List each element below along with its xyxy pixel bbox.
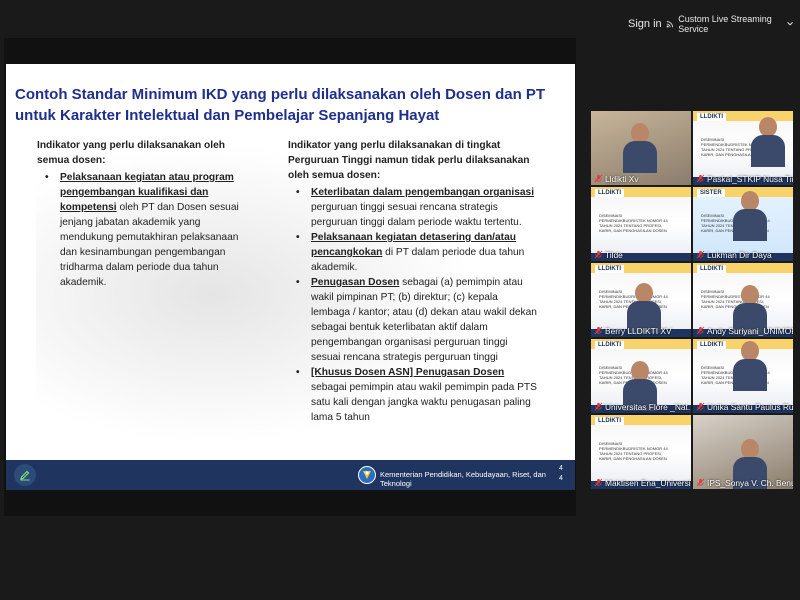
participant-tile[interactable]: LLDIKTIDISEMINASI PERMENDIKBUDRISTEK NOM…: [591, 263, 691, 337]
pen-icon: [20, 470, 30, 481]
participant-tile[interactable]: IPS_Sonya V. Ch. Benu: [693, 415, 793, 489]
left-list-item: Pelaksanaan kegiatan atau program pengem…: [37, 170, 252, 290]
lldikti-logo: LLDIKTI: [697, 341, 726, 349]
participant-name-label: Universitas Flore _Nat...: [591, 400, 691, 413]
tut-wuri-handayani-logo: [358, 466, 376, 484]
mic-muted-icon: [594, 174, 603, 183]
participant-name: Unika Santu Paulus Ru...: [707, 401, 793, 412]
list-item-text: sebagai pemimpin atau wakil pemimpin pad…: [311, 382, 537, 423]
presentation-slide: Contoh Standar Minimum IKD yang perlu di…: [6, 64, 575, 490]
chevron-down-icon: [787, 22, 793, 26]
participant-person: [623, 123, 657, 173]
page-number-bottom: 4: [559, 475, 563, 482]
participant-tile[interactable]: LLDIKTIDISEMINASI PERMENDIKBUDRISTEK NOM…: [693, 263, 793, 337]
sign-in-link[interactable]: Sign in: [628, 18, 662, 30]
right-column-heading: Indikator yang perlu dilaksanakan di tin…: [288, 140, 530, 181]
live-streaming-button[interactable]: Custom Live Streaming Service: [660, 14, 800, 34]
tile-slide-text: DISEMINASI PERMENDIKBUDRISTEK NOMOR 44 T…: [599, 213, 668, 233]
participant-name-label: Berry LLDIKTI XV: [591, 324, 691, 337]
mic-muted-icon: [594, 402, 603, 411]
lldikti-logo: LLDIKTI: [595, 341, 624, 349]
live-streaming-label: Custom Live Streaming Service: [678, 14, 772, 34]
list-item-text: perguruan tinggi sesuai rencana strategi…: [311, 202, 522, 228]
tile-slide-text: DISEMINASI PERMENDIKBUDRISTEK NOMOR 44 T…: [599, 441, 668, 461]
lldikti-logo: SISTER: [697, 189, 725, 197]
list-item-text: oleh PT dan Dosen sesuai jenjang jabatan…: [60, 202, 239, 288]
slide-left-column: Indikator yang perlu dilaksanakan oleh s…: [37, 138, 252, 290]
participant-name-label: Unika Santu Paulus Ru...: [693, 400, 793, 413]
mic-muted-icon: [594, 478, 603, 487]
page-number-top: 4: [559, 465, 563, 472]
lldikti-logo: LLDIKTI: [697, 265, 726, 273]
slide-title: Contoh Standar Minimum IKD yang perlu di…: [15, 86, 546, 124]
slide-page-number: 4 4: [559, 464, 563, 484]
participant-name-label: IPS_Sonya V. Ch. Benu: [693, 476, 793, 489]
lldikti-logo: LLDIKTI: [595, 189, 624, 197]
participant-tile[interactable]: SISTERDISEMINASI PERMENDIKBUDRISTEK NOMO…: [693, 187, 793, 261]
annotate-button[interactable]: [14, 464, 36, 486]
mic-muted-icon: [696, 402, 705, 411]
mic-muted-icon: [696, 326, 705, 335]
slide-right-column: Indikator yang perlu dilaksanakan di tin…: [288, 138, 538, 425]
participant-tile[interactable]: LLDIKTIDISEMINASI PERMENDIKBUDRISTEK NOM…: [591, 339, 691, 413]
lldikti-logo: LLDIKTI: [697, 113, 726, 121]
participant-tile[interactable]: LLDIKTIDISEMINASI PERMENDIKBUDRISTEK NOM…: [693, 339, 793, 413]
participant-name: Lukman Dir Daya: [707, 249, 772, 260]
participant-name-label: Lldikti Xv: [591, 172, 691, 185]
ministry-name: Kementerian Pendidikan, Kebudayaan, Rise…: [380, 470, 546, 488]
participant-name: Universitas Flore _Nat...: [605, 401, 691, 412]
mic-muted-icon: [594, 250, 603, 259]
participant-gallery: Lldikti Xv LLDIKTI DISEMINASI PERMENDIKBUD…: [591, 111, 793, 489]
participant-name: Paskal_STKIP Nusa Tim...: [707, 173, 793, 184]
right-list-item: Pelaksanaan kegiatan detasering dan/atau…: [288, 230, 538, 275]
participant-name-label: Maktisen Ena_Universi...: [591, 476, 691, 489]
participant-person: [751, 117, 785, 167]
list-item-lead: Penugasan Dosen: [311, 277, 400, 288]
slide-footer: Kementerian Pendidikan, Kebudayaan, Rise…: [6, 460, 575, 490]
right-list-item: Keterlibatan dalam pengembangan organisa…: [288, 185, 538, 230]
participant-name: Andy Suriyani_UNIMOF: [707, 325, 793, 336]
left-column-list: Pelaksanaan kegiatan atau program pengem…: [37, 170, 252, 290]
broadcast-icon: [666, 21, 673, 28]
mic-muted-icon: [696, 174, 705, 183]
participant-name-label: Tilde: [591, 248, 691, 261]
mic-muted-icon: [696, 250, 705, 259]
participant-tile[interactable]: LLDIKTIDISEMINASI PERMENDIKBUDRISTEK NOM…: [693, 111, 793, 185]
participant-name: IPS_Sonya V. Ch. Benu: [707, 477, 793, 488]
participant-tile[interactable]: LLDIKTI DISEMINASI PERMENDIKBUDRISTEK NOM…: [591, 187, 691, 261]
list-item-text: sebagai (a) pemimpin atau wakil pimpinan…: [311, 277, 537, 363]
participant-name: Maktisen Ena_Universi...: [605, 477, 691, 488]
meeting-top-bar: Sign in Custom Live Streaming Service: [0, 0, 800, 38]
participant-person: [733, 191, 767, 241]
participant-name-label: Paskal_STKIP Nusa Tim...: [693, 172, 793, 185]
lldikti-logo: LLDIKTI: [595, 265, 624, 273]
mic-muted-icon: [594, 326, 603, 335]
participant-name: Lldikti Xv: [605, 173, 639, 184]
participant-name-label: Andy Suriyani_UNIMOF: [693, 324, 793, 337]
right-list-item: [Khusus Dosen ASN] Penugasan Dosen sebag…: [288, 365, 538, 425]
list-item-lead: Keterlibatan dalam pengembangan organisa…: [311, 187, 535, 198]
participant-name: Berry LLDIKTI XV: [605, 325, 672, 336]
right-column-list: Keterlibatan dalam pengembangan organisa…: [288, 185, 538, 425]
left-column-heading: Indikator yang perlu dilaksanakan oleh s…: [37, 140, 225, 166]
lldikti-logo: LLDIKTI: [595, 417, 624, 425]
participant-person: [733, 341, 767, 391]
mic-muted-icon: [696, 478, 705, 487]
participant-tile[interactable]: LLDIKTI DISEMINASI PERMENDIKBUDRISTEK NOM…: [591, 415, 691, 489]
participant-name: Tilde: [605, 249, 623, 260]
participant-tile[interactable]: Lldikti Xv: [591, 111, 691, 185]
right-list-item: Penugasan Dosen sebagai (a) pemimpin ata…: [288, 275, 538, 365]
participant-name-label: Lukman Dir Daya: [693, 248, 793, 261]
list-item-lead: [Khusus Dosen ASN] Penugasan Dosen: [311, 367, 505, 378]
